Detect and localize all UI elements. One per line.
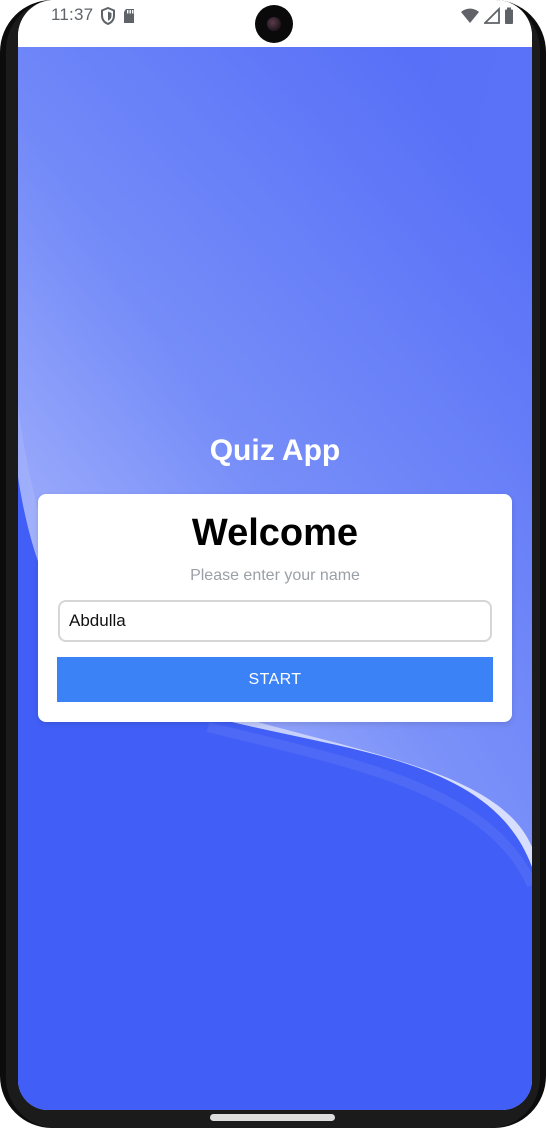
signal-icon (482, 6, 500, 30)
app-screen: Quiz App Welcome Please enter your name … (18, 47, 532, 1110)
welcome-heading: Welcome (191, 512, 359, 554)
status-icons-right (460, 6, 514, 30)
front-camera (255, 5, 293, 43)
name-prompt: Please enter your name (190, 567, 360, 584)
wifi-icon (460, 7, 480, 30)
sd-card-icon (122, 7, 136, 30)
status-bar: 11:37 (18, 0, 532, 47)
phone-frame: 11:37 Quiz App Welcome Please enter your… (0, 0, 546, 1128)
status-icons-left (100, 6, 136, 30)
screen: 11:37 Quiz App Welcome Please enter your… (18, 0, 532, 1110)
home-gesture-bar[interactable] (210, 1114, 335, 1121)
name-input[interactable] (58, 600, 492, 642)
status-time: 11:37 (51, 5, 94, 24)
welcome-card: Welcome Please enter your name START (38, 494, 512, 722)
start-button[interactable]: START (57, 657, 493, 702)
app-title: Quiz App (209, 434, 341, 467)
shield-icon (100, 6, 116, 30)
battery-icon (504, 7, 514, 30)
